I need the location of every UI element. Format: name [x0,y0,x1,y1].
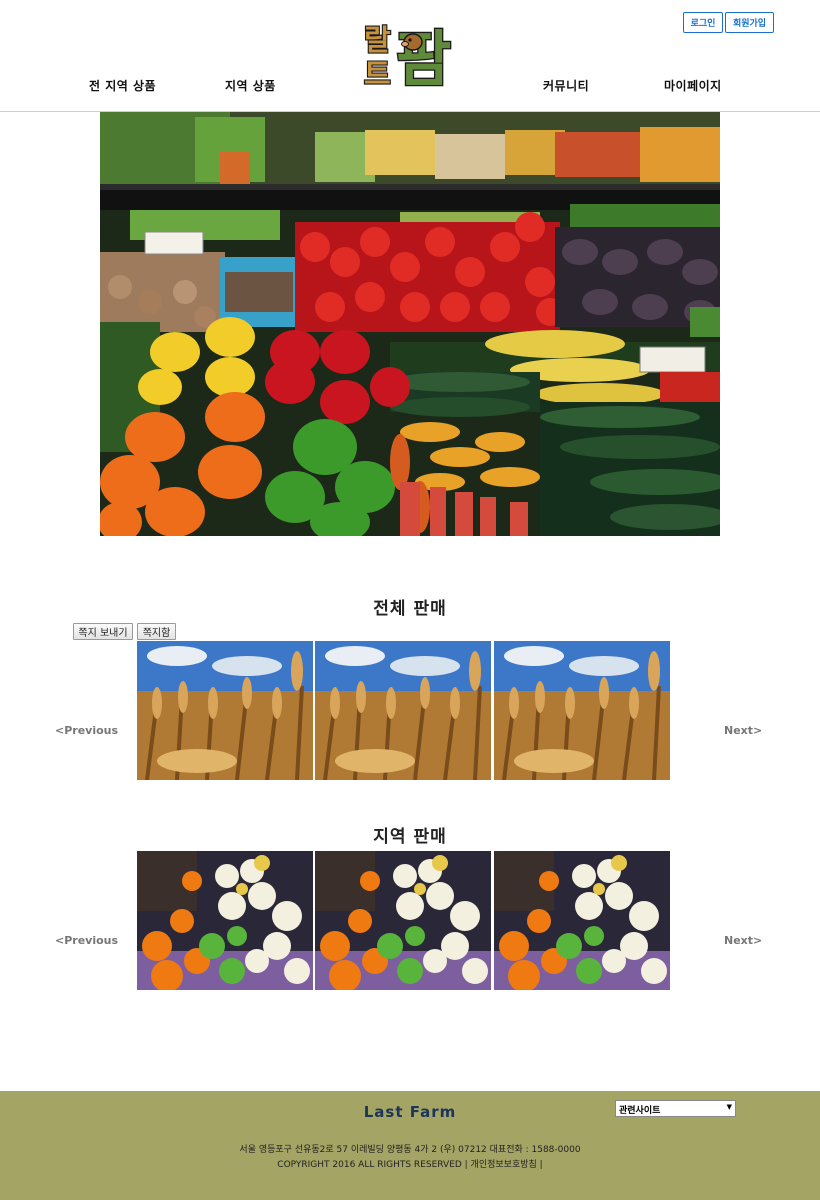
logo-char-3: 팜 [396,25,451,90]
site-logo[interactable]: 랄 트 팜 [361,20,457,90]
nav-community[interactable]: 커뮤니티 [543,77,589,94]
local-sales-product-image[interactable] [315,851,491,990]
dropdown-arrow-icon: ▼ [726,1103,732,1111]
local-sales-next-button[interactable]: Next> [724,934,762,947]
all-sales-previous-button[interactable]: <Previous [55,724,118,737]
logo-char-2: 트 [364,57,391,90]
hero-vegetable-market-image [100,112,720,536]
send-note-button[interactable]: 쪽지 보내기 [73,623,133,640]
all-sales-product-image[interactable] [137,641,313,780]
local-sales-title: 지역 판매 [373,827,447,847]
all-sales-product-image[interactable] [315,641,491,780]
login-button[interactable]: 로그인 [683,12,723,33]
related-sites-selected: 관련사이트 [619,1106,661,1116]
local-sales-previous-button[interactable]: <Previous [55,934,118,947]
related-sites-select[interactable]: 관련사이트 ▼ [615,1100,736,1117]
all-sales-product-image[interactable] [494,641,670,780]
signup-button[interactable]: 회원가입 [725,12,774,33]
footer-copyright: COPYRIGHT 2016 ALL RIGHTS RESERVED | 개인정… [277,1160,543,1170]
note-box-button[interactable]: 쪽지함 [137,623,176,640]
nav-all-region-products[interactable]: 전 지역 상품 [89,77,156,94]
nav-my-page[interactable]: 마이페이지 [664,77,722,94]
nav-region-products[interactable]: 지역 상품 [225,77,276,94]
local-sales-product-image[interactable] [137,851,313,990]
all-sales-next-button[interactable]: Next> [724,724,762,737]
logo-char-1: 랄 [364,23,391,57]
local-sales-product-image[interactable] [494,851,670,990]
footer-address: 서울 영등포구 선유동2로 57 이레빌딩 양평동 4가 2 (우) 07212… [239,1145,581,1155]
all-sales-title: 전체 판매 [373,599,447,619]
